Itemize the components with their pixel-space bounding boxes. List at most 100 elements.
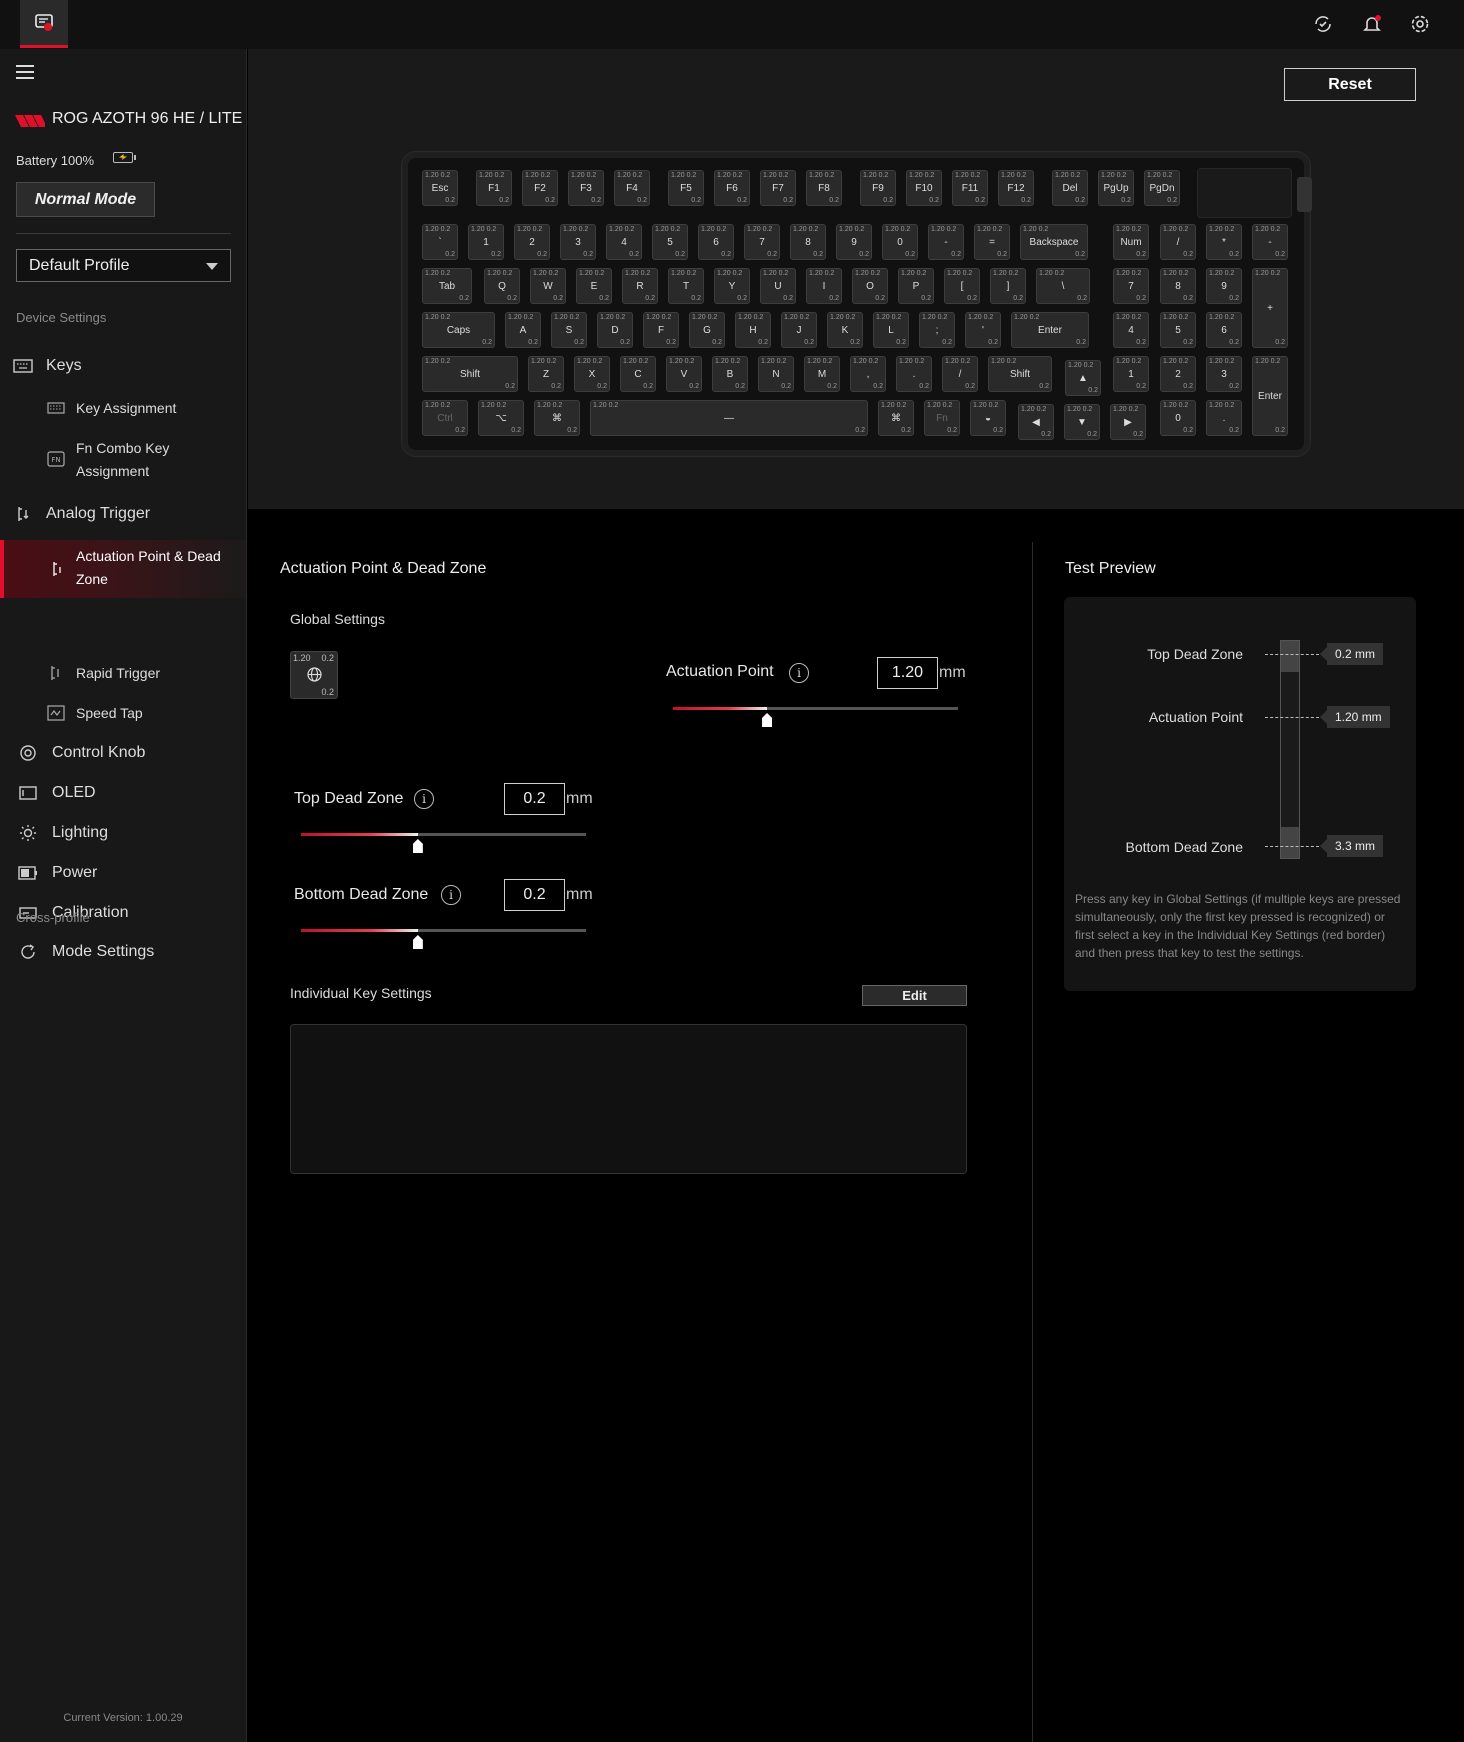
key-2-0[interactable]: 1.20 0.2 Tab 0.2 xyxy=(422,268,472,304)
key-3-2[interactable]: 1.20 0.2 S 0.2 xyxy=(551,312,587,348)
key-3-11[interactable]: 1.20 0.2 ' 0.2 xyxy=(965,312,1001,348)
key-2-1[interactable]: 1.20 0.2 Q 0.2 xyxy=(484,268,520,304)
bell-icon[interactable] xyxy=(1360,12,1384,36)
mode-button[interactable]: Normal Mode xyxy=(16,182,155,217)
key-3-15[interactable]: 1.20 0.2 6 0.2 xyxy=(1206,312,1242,348)
key-4-5[interactable]: 1.20 0.2 B 0.2 xyxy=(712,356,748,392)
info-icon[interactable]: i xyxy=(789,663,809,683)
key-4-3[interactable]: 1.20 0.2 C 0.2 xyxy=(620,356,656,392)
key-0-7[interactable]: 1.20 0.2 F7 0.2 xyxy=(760,170,796,206)
key-0-14[interactable]: 1.20 0.2 PgUp 0.2 xyxy=(1098,170,1134,206)
gear-icon[interactable] xyxy=(1408,12,1432,36)
key-1-2[interactable]: 1.20 0.2 2 0.2 xyxy=(514,224,550,260)
info-icon[interactable]: i xyxy=(441,885,461,905)
key-0-5[interactable]: 1.20 0.2 F5 0.2 xyxy=(668,170,704,206)
key-1-6[interactable]: 1.20 0.2 6 0.2 xyxy=(698,224,734,260)
key-1-11[interactable]: 1.20 0.2 -0.2 xyxy=(928,224,964,260)
key-5-6[interactable]: 1.20 0.2 ◒ 0.2 xyxy=(970,400,1006,436)
edit-button[interactable]: Edit xyxy=(862,985,967,1006)
key-3-5[interactable]: 1.20 0.2 G 0.2 xyxy=(689,312,725,348)
key-5-4[interactable]: 1.20 0.2 ⌘ 0.2 xyxy=(878,400,914,436)
key-2-3[interactable]: 1.20 0.2 E 0.2 xyxy=(576,268,612,304)
key-2-10[interactable]: 1.20 0.2 P 0.2 xyxy=(898,268,934,304)
nav-key-assignment[interactable]: Key Assignment xyxy=(0,396,246,420)
key-2-5[interactable]: 1.20 0.2 T 0.2 xyxy=(668,268,704,304)
key-3-4[interactable]: 1.20 0.2 F 0.2 xyxy=(643,312,679,348)
individual-key-list[interactable] xyxy=(290,1024,967,1174)
key-3-13[interactable]: 1.20 0.2 4 0.2 xyxy=(1113,312,1149,348)
key-4-0[interactable]: 1.20 0.2 Shift 0.2 xyxy=(422,356,518,392)
key-0-3[interactable]: 1.20 0.2 F3 0.2 xyxy=(568,170,604,206)
slider-thumb[interactable] xyxy=(762,713,773,727)
nav-control-knob[interactable]: Control Knob xyxy=(0,738,246,768)
key-5-7[interactable]: 1.20 0.2 ◀ 0.2 xyxy=(1018,404,1054,440)
key-3-6[interactable]: 1.20 0.2 H 0.2 xyxy=(735,312,771,348)
nav-actuation-point[interactable]: Actuation Point & Dead Zone xyxy=(0,540,246,598)
global-key[interactable]: 1.20 0.2 0.2 xyxy=(290,651,338,699)
key-0-6[interactable]: 1.20 0.2 F6 0.2 xyxy=(714,170,750,206)
bottom-dead-zone-slider[interactable] xyxy=(301,929,586,949)
key-2-17[interactable]: 1.20 0.2 +0.2 xyxy=(1252,268,1288,348)
key-1-3[interactable]: 1.20 0.2 3 0.2 xyxy=(560,224,596,260)
key-1-13[interactable]: 1.20 0.2 Backspace 0.2 xyxy=(1020,224,1088,260)
key-4-11[interactable]: 1.20 0.2 Shift 0.2 xyxy=(988,356,1052,392)
key-5-1[interactable]: 1.20 0.2 ⌥ 0.2 xyxy=(478,400,524,436)
key-2-9[interactable]: 1.20 0.2 O 0.2 xyxy=(852,268,888,304)
sync-icon[interactable] xyxy=(1311,12,1335,36)
key-2-15[interactable]: 1.20 0.2 8 0.2 xyxy=(1160,268,1196,304)
key-3-14[interactable]: 1.20 0.2 5 0.2 xyxy=(1160,312,1196,348)
key-4-15[interactable]: 1.20 0.2 3 0.2 xyxy=(1206,356,1242,392)
key-3-7[interactable]: 1.20 0.2 J 0.2 xyxy=(781,312,817,348)
key-3-3[interactable]: 1.20 0.2 D 0.2 xyxy=(597,312,633,348)
key-5-3[interactable]: 1.20 0.2 — 0.2 xyxy=(590,400,868,436)
key-1-10[interactable]: 1.20 0.2 0 0.2 xyxy=(882,224,918,260)
key-5-11[interactable]: 1.20 0.2. 0.2 xyxy=(1206,400,1242,436)
nav-lighting[interactable]: Lighting xyxy=(0,818,246,848)
nav-rapid-trigger[interactable]: Rapid Trigger xyxy=(0,661,246,685)
key-5-0[interactable]: 1.20 0.2 Ctrl 0.2 xyxy=(422,400,468,436)
key-1-5[interactable]: 1.20 0.2 5 0.2 xyxy=(652,224,688,260)
key-4-16[interactable]: 1.20 0.2 Enter 0.2 xyxy=(1252,356,1288,436)
key-5-8[interactable]: 1.20 0.2 ▼ 0.2 xyxy=(1064,404,1100,440)
key-3-10[interactable]: 1.20 0.2; 0.2 xyxy=(919,312,955,348)
key-1-14[interactable]: 1.20 0.2 Num 0.2 xyxy=(1113,224,1149,260)
key-1-16[interactable]: 1.20 0.2 * 0.2 xyxy=(1206,224,1242,260)
nav-oled[interactable]: OLED xyxy=(0,778,246,808)
key-0-4[interactable]: 1.20 0.2 F4 0.2 xyxy=(614,170,650,206)
key-0-13[interactable]: 1.20 0.2 Del 0.2 xyxy=(1052,170,1088,206)
key-5-10[interactable]: 1.20 0.2 0 0.2 xyxy=(1160,400,1196,436)
key-2-13[interactable]: 1.20 0.2 \ 0.2 xyxy=(1036,268,1090,304)
nav-keys[interactable]: Keys xyxy=(0,351,246,381)
top-dead-zone-input[interactable]: 0.2 xyxy=(504,783,565,815)
top-dead-zone-slider[interactable] xyxy=(301,833,586,853)
key-4-2[interactable]: 1.20 0.2 X 0.2 xyxy=(574,356,610,392)
key-4-13[interactable]: 1.20 0.2 1 0.2 xyxy=(1113,356,1149,392)
actuation-point-input[interactable]: 1.20 xyxy=(877,657,938,689)
key-0-11[interactable]: 1.20 0.2 F11 0.2 xyxy=(952,170,988,206)
key-4-8[interactable]: 1.20 0.2, 0.2 xyxy=(850,356,886,392)
key-4-12[interactable]: 1.20 0.2 ▲ 0.2 xyxy=(1065,360,1101,396)
reset-button[interactable]: Reset xyxy=(1284,68,1416,101)
key-2-14[interactable]: 1.20 0.2 7 0.2 xyxy=(1113,268,1149,304)
profile-select[interactable]: Default Profile xyxy=(16,249,231,282)
key-4-6[interactable]: 1.20 0.2 N 0.2 xyxy=(758,356,794,392)
key-0-8[interactable]: 1.20 0.2 F8 0.2 xyxy=(806,170,842,206)
key-5-5[interactable]: 1.20 0.2 Fn 0.2 xyxy=(924,400,960,436)
key-3-8[interactable]: 1.20 0.2 K 0.2 xyxy=(827,312,863,348)
key-1-15[interactable]: 1.20 0.2 /0.2 xyxy=(1160,224,1196,260)
key-1-4[interactable]: 1.20 0.2 4 0.2 xyxy=(606,224,642,260)
key-2-6[interactable]: 1.20 0.2 Y 0.2 xyxy=(714,268,750,304)
key-3-0[interactable]: 1.20 0.2 Caps 0.2 xyxy=(422,312,495,348)
key-0-9[interactable]: 1.20 0.2 F9 0.2 xyxy=(860,170,896,206)
key-2-7[interactable]: 1.20 0.2 U 0.2 xyxy=(760,268,796,304)
key-1-9[interactable]: 1.20 0.2 9 0.2 xyxy=(836,224,872,260)
key-1-7[interactable]: 1.20 0.2 7 0.2 xyxy=(744,224,780,260)
key-3-9[interactable]: 1.20 0.2 L 0.2 xyxy=(873,312,909,348)
key-5-9[interactable]: 1.20 0.2 ▶ 0.2 xyxy=(1110,404,1146,440)
key-5-2[interactable]: 1.20 0.2 ⌘ 0.2 xyxy=(534,400,580,436)
key-0-15[interactable]: 1.20 0.2 PgDn 0.2 xyxy=(1144,170,1180,206)
hamburger-icon[interactable] xyxy=(16,65,34,79)
key-0-2[interactable]: 1.20 0.2 F2 0.2 xyxy=(522,170,558,206)
bottom-dead-zone-input[interactable]: 0.2 xyxy=(504,879,565,911)
key-0-0[interactable]: 1.20 0.2 Esc 0.2 xyxy=(422,170,458,206)
